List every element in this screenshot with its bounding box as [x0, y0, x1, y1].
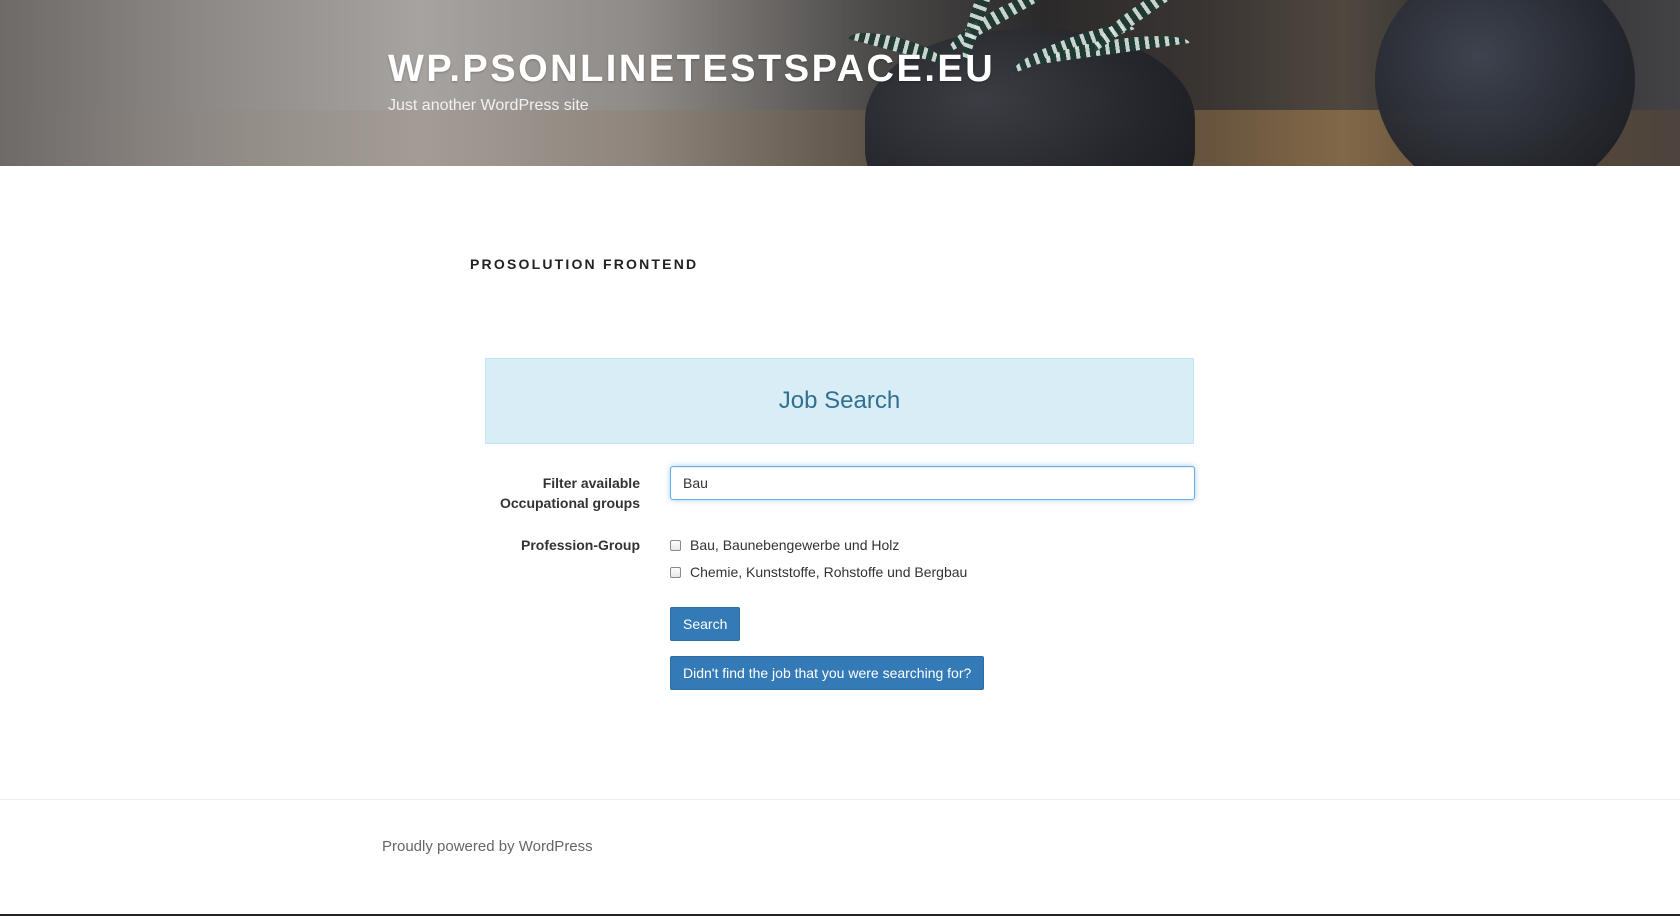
footer-credit-link[interactable]: Proudly powered by WordPress — [382, 838, 593, 855]
job-search-panel-heading: Job Search — [485, 358, 1194, 444]
footer-divider — [0, 799, 1680, 800]
site-header: WP.PSONLINETESTSPACE.EU Just another Wor… — [0, 0, 1680, 166]
job-search-heading: Job Search — [778, 387, 901, 414]
filter-occupational-groups-label: Filter available Occupational groups — [499, 475, 640, 511]
checkbox-unchecked[interactable] — [670, 539, 681, 551]
page-title: PROSOLUTION FRONTEND — [470, 256, 699, 272]
profession-group-option-label[interactable]: Bau, Baunebengewerbe und Holz — [690, 537, 899, 553]
checkbox-unchecked[interactable] — [670, 566, 681, 578]
job-not-found-button[interactable]: Didn't find the job that you were search… — [670, 656, 985, 690]
profession-group-option[interactable]: Chemie, Kunststoffe, Rohstoffe und Bergb… — [670, 562, 967, 582]
header-image-dark-ball — [1375, 0, 1635, 166]
profession-group-option-label[interactable]: Chemie, Kunststoffe, Rohstoffe und Bergb… — [690, 564, 967, 580]
search-button[interactable]: Search — [670, 607, 741, 641]
profession-group-option[interactable]: Bau, Baunebengewerbe und Holz — [670, 535, 899, 555]
filter-occupational-groups-input[interactable] — [670, 466, 1195, 500]
site-title[interactable]: WP.PSONLINETESTSPACE.EU — [388, 48, 995, 91]
page: WP.PSONLINETESTSPACE.EU Just another Wor… — [0, 0, 1680, 916]
profession-group-label: Profession-Group — [520, 537, 640, 553]
site-tagline: Just another WordPress site — [388, 97, 589, 114]
